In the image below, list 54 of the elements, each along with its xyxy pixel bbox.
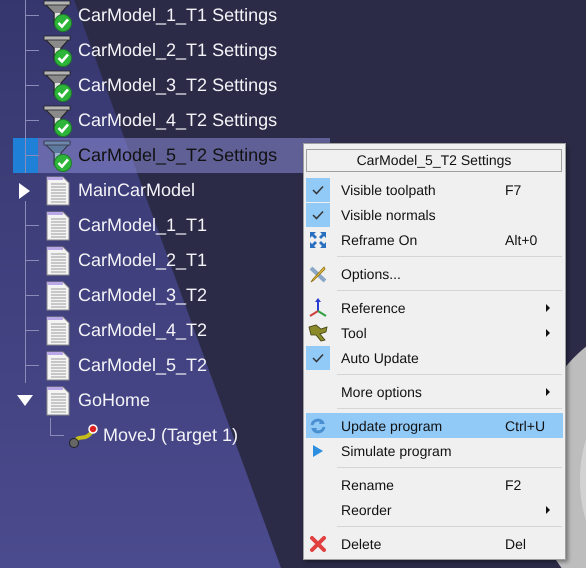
checkbox[interactable] bbox=[306, 346, 330, 370]
expand-arrow-icon[interactable] bbox=[19, 183, 30, 199]
settings-check-icon bbox=[41, 138, 75, 172]
tree-item[interactable]: MoveJ (Target 1) bbox=[103, 425, 238, 446]
tree-item[interactable]: CarModel_4_T2 Settings bbox=[78, 110, 278, 131]
menu-item[interactable]: Options... bbox=[306, 261, 563, 286]
checkbox[interactable] bbox=[306, 178, 330, 202]
path-icon bbox=[67, 422, 99, 448]
menu-item[interactable]: Visible normals bbox=[306, 202, 563, 227]
tree-item[interactable]: CarModel_2_T1 Settings bbox=[78, 40, 278, 61]
settings-check-icon bbox=[41, 0, 75, 32]
document-icon bbox=[45, 246, 71, 276]
menu-item[interactable]: Reframe On Alt+0 bbox=[306, 227, 563, 252]
tree-item[interactable]: CarModel_1_T1 bbox=[78, 215, 208, 236]
refresh-icon bbox=[309, 416, 327, 434]
axes-icon bbox=[308, 296, 328, 318]
menu-item[interactable]: Delete Del bbox=[306, 531, 563, 556]
checkmark-icon bbox=[312, 352, 324, 362]
menu-item[interactable]: Simulate program bbox=[306, 438, 563, 463]
tree-item[interactable]: CarModel_2_T1 bbox=[78, 250, 208, 271]
document-icon bbox=[45, 280, 71, 310]
tree-item[interactable]: CarModel_4_T2 bbox=[78, 320, 208, 341]
tree-item[interactable]: MainCarModel bbox=[78, 180, 196, 201]
menu-item[interactable]: Reorder bbox=[306, 497, 563, 522]
gripper-icon bbox=[307, 322, 329, 342]
delete-icon bbox=[309, 534, 327, 552]
checkmark-icon bbox=[312, 210, 324, 220]
document-icon bbox=[45, 350, 71, 380]
play-icon bbox=[312, 444, 324, 458]
menu-item[interactable]: Reference bbox=[306, 295, 563, 320]
pencil-ruler-icon bbox=[309, 264, 327, 282]
menu-item[interactable]: Tool bbox=[306, 320, 563, 345]
tree-item[interactable]: CarModel_5_T2 bbox=[78, 355, 208, 376]
menu-item[interactable]: More options bbox=[306, 379, 563, 404]
collapse-arrow-icon[interactable] bbox=[17, 395, 33, 406]
settings-check-icon bbox=[41, 104, 75, 138]
settings-check-icon bbox=[41, 68, 75, 102]
checkmark-icon bbox=[312, 184, 324, 194]
checkbox[interactable] bbox=[306, 202, 330, 226]
menu-item[interactable]: Update program Ctrl+U bbox=[306, 413, 563, 438]
tree-item[interactable]: CarModel_3_T2 Settings bbox=[78, 75, 278, 96]
tree-item[interactable]: CarModel_1_T1 Settings bbox=[78, 5, 278, 26]
tree-item[interactable]: CarModel_3_T2 bbox=[78, 285, 208, 306]
menu-item[interactable]: Visible toolpath F7 bbox=[306, 177, 563, 202]
document-icon bbox=[45, 210, 71, 240]
settings-check-icon bbox=[41, 34, 75, 68]
reframe-icon bbox=[309, 230, 327, 248]
document-icon bbox=[45, 386, 71, 416]
menu-item[interactable]: Auto Update bbox=[306, 345, 563, 370]
menu-title: CarModel_5_T2 Settings bbox=[306, 149, 562, 172]
document-icon bbox=[45, 316, 71, 346]
tree-item[interactable]: GoHome bbox=[78, 390, 150, 411]
document-icon bbox=[45, 176, 71, 206]
menu-item[interactable]: Rename F2 bbox=[306, 472, 563, 497]
